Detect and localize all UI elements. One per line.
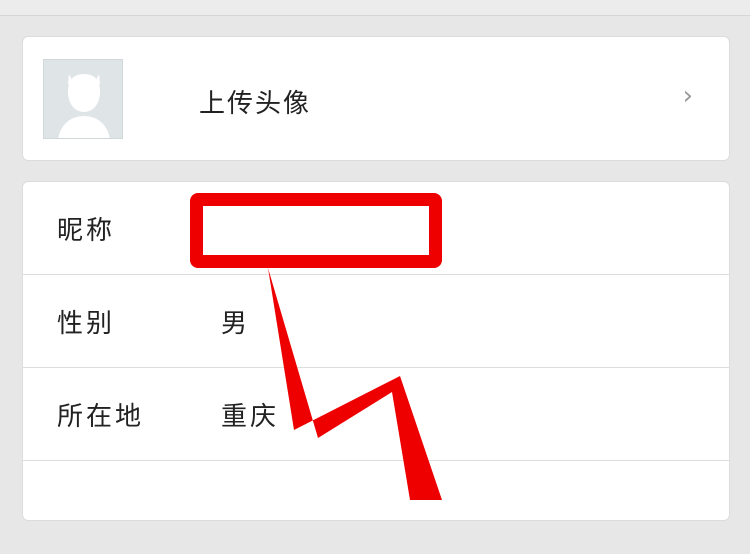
upload-avatar-label: 上传头像 (199, 89, 312, 119)
gender-value: 男 (221, 309, 251, 339)
top-bar (0, 0, 750, 16)
gender-label: 性别 (57, 309, 116, 339)
default-avatar-icon (43, 59, 123, 139)
gender-row[interactable]: 性别 男 (23, 275, 729, 368)
avatar-upload-row[interactable]: 上传头像 › (22, 36, 730, 161)
nickname-label: 昵称 (57, 216, 116, 246)
location-row[interactable]: 所在地 重庆 (23, 368, 729, 461)
chevron-right-icon: › (682, 81, 693, 111)
nickname-highlight-box (190, 193, 442, 268)
partial-row[interactable] (23, 461, 729, 554)
location-label: 所在地 (57, 402, 145, 432)
location-value: 重庆 (221, 402, 280, 432)
